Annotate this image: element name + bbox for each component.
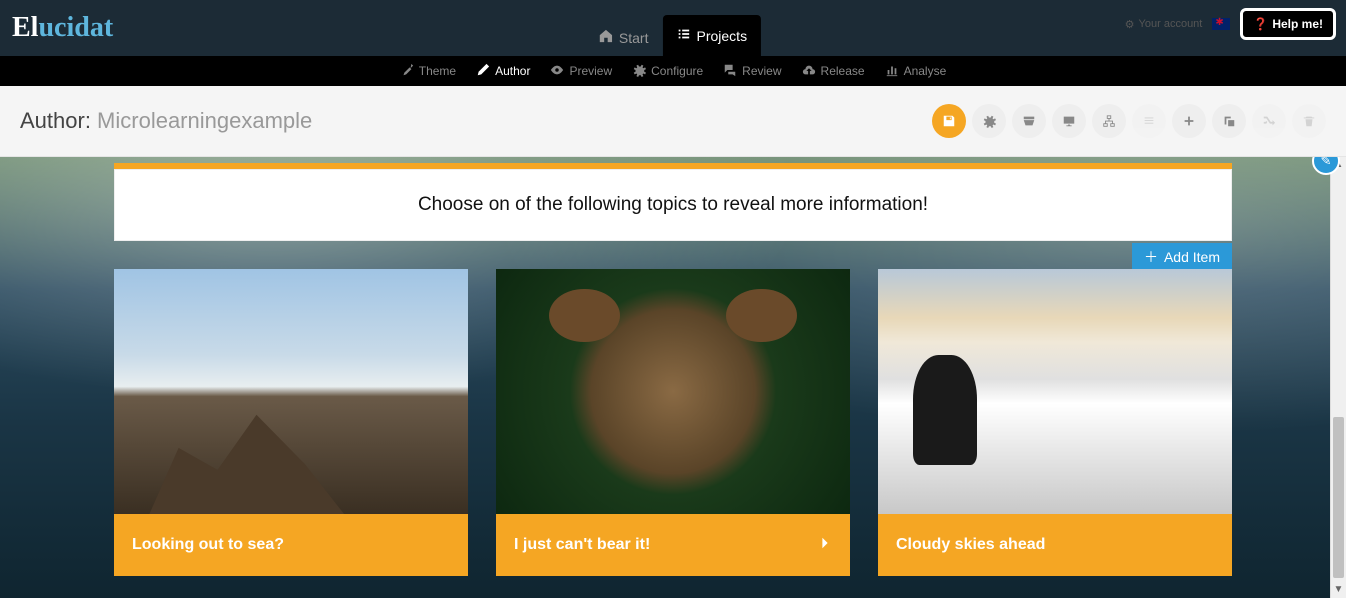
project-name: Microlearningexample	[97, 108, 312, 133]
card-1-caption-text: Looking out to sea?	[132, 536, 284, 554]
subnav-review-label: Review	[742, 64, 781, 78]
card-3-caption-text: Cloudy skies ahead	[896, 536, 1045, 554]
sitemap-button[interactable]	[1092, 104, 1126, 138]
copy-button[interactable]	[1212, 104, 1246, 138]
card-3[interactable]: Cloudy skies ahead	[878, 269, 1232, 576]
settings-button[interactable]	[972, 104, 1006, 138]
layout-button[interactable]	[1012, 104, 1046, 138]
subnav-release-label: Release	[821, 64, 865, 78]
list-icon	[677, 27, 691, 44]
canvas-area: ✎ ▲ ▼ Choose on of the following topics …	[0, 157, 1346, 598]
top-bar: Elucidat Start Projects ⚙ Your account ❓…	[0, 0, 1346, 56]
subnav-author-label: Author	[495, 64, 530, 78]
card-1-caption: Looking out to sea?	[114, 514, 468, 576]
eyedropper-icon	[400, 63, 414, 80]
home-icon	[599, 29, 613, 46]
card-3-image	[878, 269, 1232, 514]
question-icon: ❓	[1253, 17, 1268, 31]
instruction-text[interactable]: Choose on of the following topics to rev…	[114, 169, 1232, 241]
subnav-author[interactable]: Author	[476, 63, 530, 80]
help-me-button[interactable]: ❓ Help me!	[1240, 8, 1336, 40]
subnav-review[interactable]: Review	[723, 63, 781, 80]
gear-icon: ⚙	[1125, 18, 1135, 31]
chevron-right-icon	[818, 536, 832, 555]
card-2-caption-text: I just can't bear it!	[514, 536, 650, 554]
subnav-analyse-label: Analyse	[904, 64, 947, 78]
delete-button[interactable]	[1292, 104, 1326, 138]
card-3-caption: Cloudy skies ahead	[878, 514, 1232, 576]
comments-icon	[723, 63, 737, 80]
page-title-prefix: Author:	[20, 108, 97, 133]
card-2-image	[496, 269, 850, 514]
icon-toolbar	[932, 104, 1326, 138]
subnav-configure[interactable]: Configure	[632, 63, 703, 80]
bar-chart-icon	[885, 63, 899, 80]
logo[interactable]: Elucidat	[12, 12, 113, 44]
subnav-preview[interactable]: Preview	[550, 63, 612, 80]
shuffle-button[interactable]	[1252, 104, 1286, 138]
eye-icon	[550, 63, 564, 80]
card-2[interactable]: I just can't bear it!	[496, 269, 850, 576]
pencil-icon	[476, 63, 490, 80]
cloud-upload-icon	[802, 63, 816, 80]
top-right: ⚙ Your account ❓ Help me!	[1125, 8, 1336, 40]
subnav-preview-label: Preview	[569, 64, 612, 78]
save-button[interactable]	[932, 104, 966, 138]
sub-nav: Theme Author Preview Configure Review Re…	[0, 56, 1346, 86]
add-item-label: Add Item	[1164, 249, 1220, 265]
desktop-button[interactable]	[1052, 104, 1086, 138]
scrollbar[interactable]: ▲ ▼	[1330, 157, 1346, 598]
subnav-release[interactable]: Release	[802, 63, 865, 80]
card-1-image	[114, 269, 468, 514]
plus-icon: ＋	[1144, 247, 1158, 267]
your-account-link[interactable]: ⚙ Your account	[1125, 18, 1203, 31]
card-2-caption: I just can't bear it!	[496, 514, 850, 576]
page-title: Author: Microlearningexample	[20, 108, 312, 134]
cards-row: ＋ Add Item Looking out to sea? I just ca…	[114, 269, 1232, 576]
nav-projects[interactable]: Projects	[663, 15, 762, 56]
your-account-label: Your account	[1139, 18, 1203, 30]
cogs-icon	[632, 63, 646, 80]
content-frame: Choose on of the following topics to rev…	[114, 157, 1232, 576]
nav-projects-label: Projects	[697, 28, 748, 44]
scroll-down[interactable]: ▼	[1331, 582, 1346, 598]
nav-start-label: Start	[619, 30, 649, 46]
subnav-theme-label: Theme	[419, 64, 456, 78]
subnav-analyse[interactable]: Analyse	[885, 63, 947, 80]
subnav-configure-label: Configure	[651, 64, 703, 78]
main-nav: Start Projects	[585, 0, 761, 56]
nav-start[interactable]: Start	[585, 19, 663, 56]
add-button[interactable]	[1172, 104, 1206, 138]
add-item-button[interactable]: ＋ Add Item	[1132, 243, 1232, 271]
scroll-thumb[interactable]	[1333, 417, 1344, 578]
help-me-label: Help me!	[1272, 17, 1323, 31]
card-1[interactable]: Looking out to sea?	[114, 269, 468, 576]
subnav-theme[interactable]: Theme	[400, 63, 456, 80]
flag-icon[interactable]	[1212, 18, 1230, 30]
list-button[interactable]	[1132, 104, 1166, 138]
page-header: Author: Microlearningexample	[0, 86, 1346, 157]
